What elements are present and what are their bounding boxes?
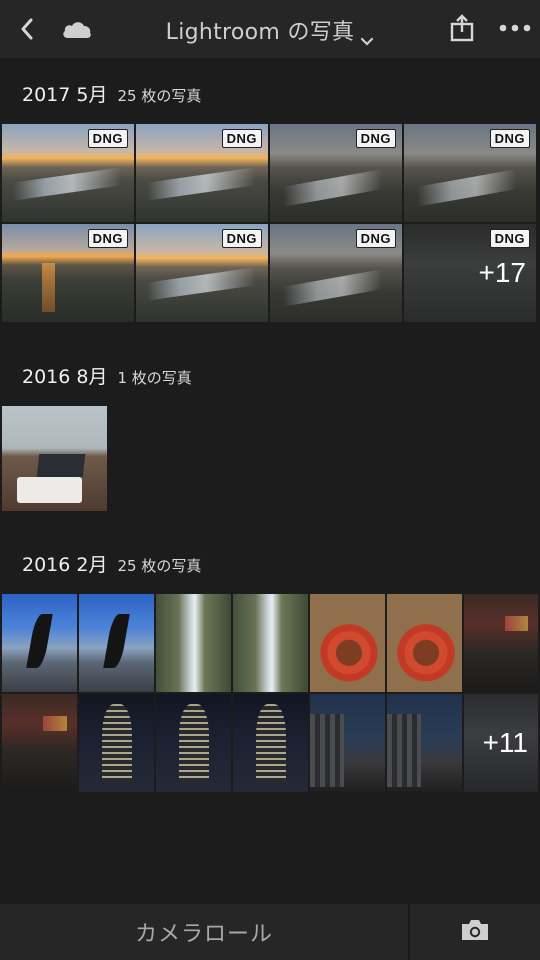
dng-badge: DNG [355,129,396,148]
dng-badge: DNG [87,229,128,248]
photo-grid: +11 [2,594,540,792]
photo-section-2017-05: 2017 5月 25 枚の写真 DNG DNG DNG DNG DNG DNG … [0,58,540,328]
dng-badge: DNG [221,229,262,248]
album-title: Lightroom の写真 [165,20,355,45]
bottom-bar: カメラロール [0,904,540,960]
photo-thumbnail[interactable] [79,594,154,692]
dng-badge: DNG [87,129,128,148]
more-photos-thumbnail[interactable]: +11 [464,694,538,792]
camera-roll-label: カメラロール [134,922,273,947]
chevron-down-icon [360,28,374,46]
section-date: 2016 8月 [22,366,108,388]
photo-thumbnail[interactable]: DNG [404,124,536,222]
more-horizontal-icon[interactable] [498,18,532,38]
photo-thumbnail[interactable] [233,594,308,692]
dng-badge: DNG [355,229,396,248]
photo-grid: DNG DNG DNG DNG DNG DNG DNG DNG +17 [2,124,538,322]
section-photo-count: 25 枚の写真 [117,557,202,575]
camera-button[interactable] [410,904,540,960]
section-photo-count: 1 枚の写真 [117,369,192,387]
photo-section-2016-02: 2016 2月 25 枚の写真 +11 [0,528,540,798]
photo-thumbnail[interactable] [156,594,231,692]
photo-thumbnail[interactable] [2,694,77,792]
photo-thumbnail[interactable]: DNG [136,124,268,222]
more-photos-count: +17 [478,257,527,288]
top-bar: Lightroom の写真 [0,0,540,58]
photo-thumbnail[interactable]: DNG [136,224,268,322]
section-header: 2017 5月 25 枚の写真 [22,80,201,110]
photo-thumbnail[interactable] [310,694,385,792]
photo-thumbnail[interactable]: DNG [2,124,134,222]
camera-icon [460,918,490,946]
photo-thumbnail[interactable] [464,594,538,692]
dng-badge: DNG [489,129,530,148]
dng-badge: DNG [489,229,530,248]
photo-thumbnail[interactable]: DNG [270,224,402,322]
photo-thumbnail[interactable]: DNG [270,124,402,222]
photo-thumbnail[interactable] [233,694,308,792]
photo-section-2016-08: 2016 8月 1 枚の写真 [0,338,540,518]
photo-thumbnail[interactable] [310,594,385,692]
photo-thumbnail[interactable] [2,406,107,511]
more-photos-count: +11 [482,727,528,758]
dng-badge: DNG [221,129,262,148]
photo-grid [2,406,107,511]
photo-thumbnail[interactable]: DNG [2,224,134,322]
section-photo-count: 25 枚の写真 [117,87,202,105]
section-header: 2016 8月 1 枚の写真 [22,362,192,392]
section-date: 2016 2月 [22,554,108,576]
photo-thumbnail[interactable] [2,594,77,692]
photo-thumbnail[interactable] [387,594,462,692]
section-date: 2017 5月 [22,84,108,106]
photo-thumbnail[interactable] [387,694,462,792]
more-photos-thumbnail[interactable]: DNG +17 [404,224,536,322]
photo-thumbnail[interactable] [156,694,231,792]
photo-thumbnail[interactable] [79,694,154,792]
section-header: 2016 2月 25 枚の写真 [22,550,201,580]
share-icon[interactable] [448,12,476,44]
camera-roll-button[interactable]: カメラロール [0,904,408,960]
